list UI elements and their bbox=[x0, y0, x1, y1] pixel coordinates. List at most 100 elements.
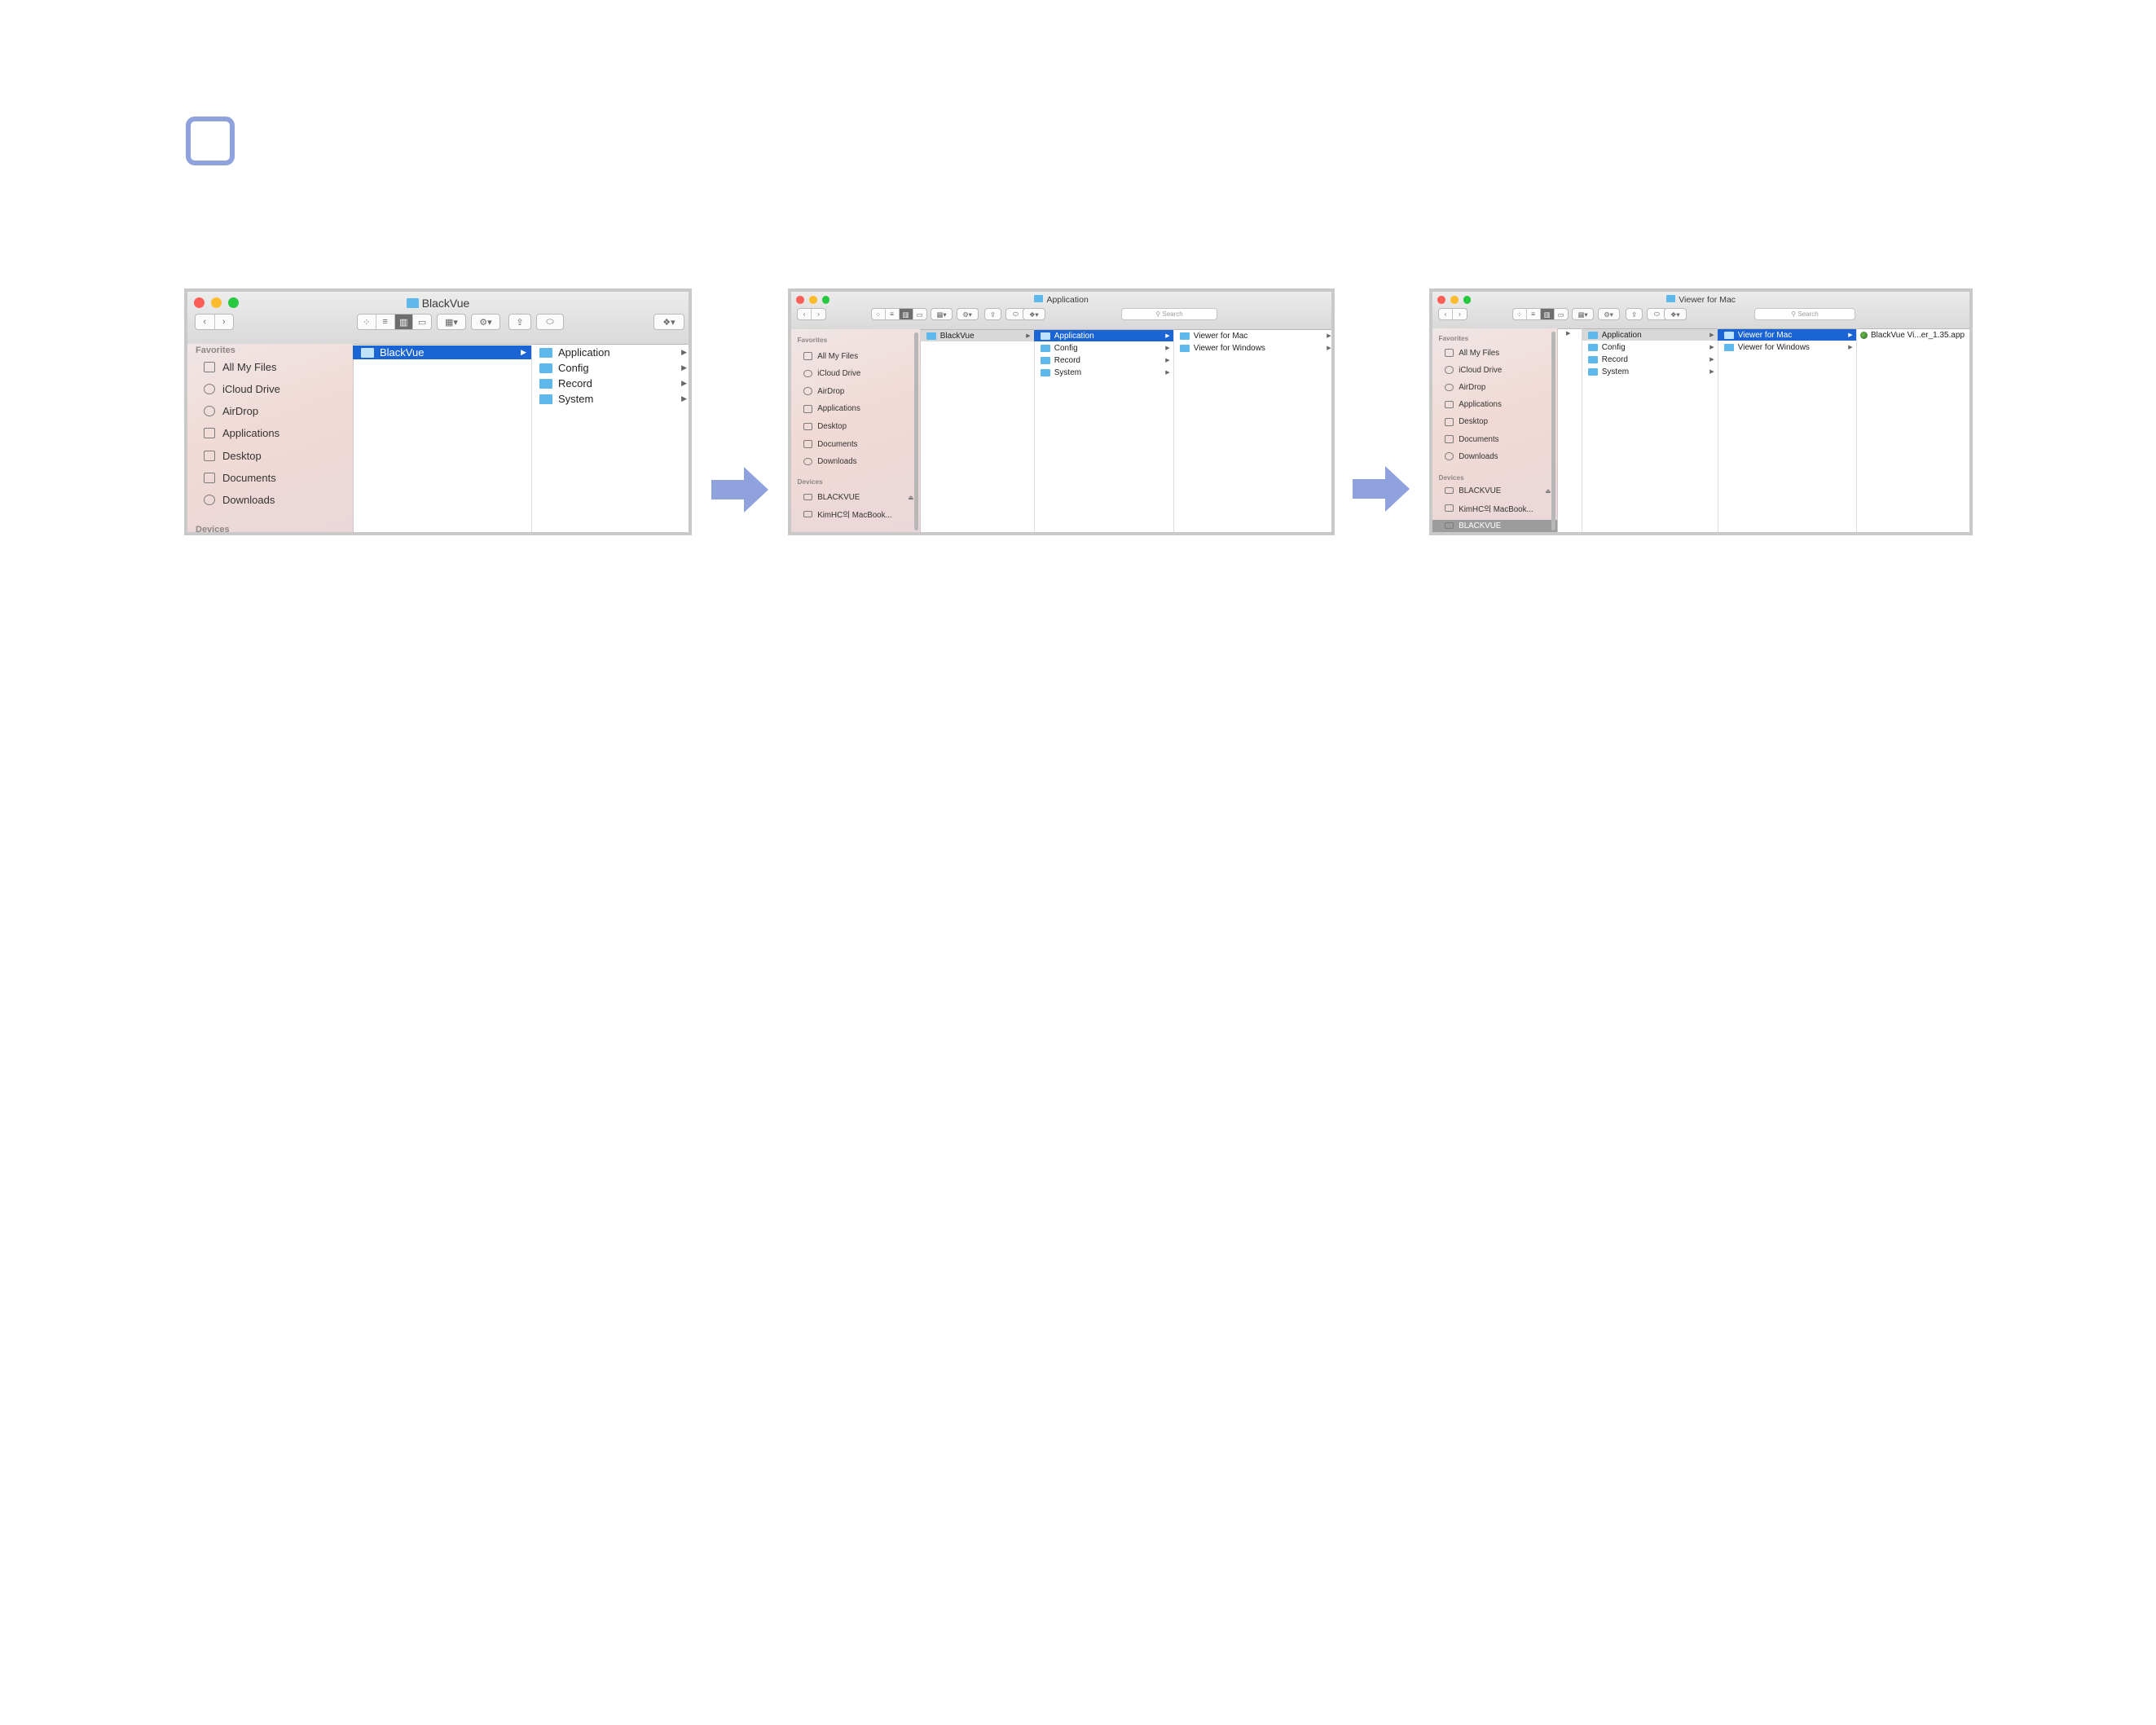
sidebar-item[interactable]: All My Files bbox=[791, 350, 920, 363]
column-row[interactable]: Application ▶ bbox=[1582, 329, 1718, 341]
column-row[interactable]: Viewer for Windows ▶ bbox=[1718, 341, 1856, 353]
column-row[interactable]: Viewer for Mac ▶ bbox=[1718, 329, 1856, 341]
column-row[interactable]: BlackVue Vi...er_1.35.app bbox=[1856, 329, 1969, 341]
sidebar-item[interactable]: AirDrop bbox=[791, 385, 920, 398]
list-view-icon[interactable]: ≡ bbox=[1527, 309, 1541, 320]
column-row[interactable]: System ▶ bbox=[531, 392, 689, 406]
column-row[interactable]: Viewer for Windows ▶ bbox=[1173, 342, 1331, 354]
sidebar-item[interactable]: Desktop bbox=[1432, 416, 1557, 428]
sidebar-item-label: AirDrop bbox=[222, 405, 259, 418]
sidebar-item[interactable]: Documents bbox=[791, 438, 920, 451]
share-button[interactable]: ⇪ bbox=[1626, 308, 1643, 321]
tags-button[interactable]: ⬭ bbox=[536, 314, 564, 330]
sidebar-item[interactable]: Downloads bbox=[791, 455, 920, 468]
disclosure-arrow-icon: ▶ bbox=[1165, 345, 1170, 351]
column-view-icon[interactable]: ▥ bbox=[899, 309, 913, 320]
sidebar-favorites-heading: Favorites bbox=[1438, 335, 1469, 342]
sidebar-item[interactable]: AirDrop bbox=[187, 403, 353, 420]
column-row[interactable]: System ▶ bbox=[1582, 366, 1718, 377]
sidebar-device-item[interactable]: KimHC의 MacBook... bbox=[1432, 502, 1557, 514]
back-button[interactable]: ‹ bbox=[798, 309, 812, 320]
share-button[interactable]: ⇪ bbox=[984, 308, 1001, 321]
sidebar-item[interactable]: AirDrop bbox=[1432, 381, 1557, 394]
column-row[interactable]: Config ▶ bbox=[1034, 342, 1173, 354]
sidebar-scrollbar[interactable] bbox=[1551, 332, 1555, 530]
list-view-icon[interactable]: ≡ bbox=[376, 315, 395, 329]
icon-view-icon[interactable]: ⁘ bbox=[1513, 309, 1527, 320]
back-forward-buttons[interactable]: ‹ › bbox=[1437, 308, 1467, 321]
folder-icon bbox=[1587, 343, 1598, 351]
column-row[interactable]: BlackVue ▶ bbox=[353, 345, 531, 359]
search-input[interactable]: ⚲ Search bbox=[1121, 308, 1217, 321]
back-button[interactable]: ‹ bbox=[196, 315, 215, 329]
column-row[interactable]: Config ▶ bbox=[1582, 341, 1718, 353]
view-mode-buttons[interactable]: ⁘ ≡ ▥ ▭ bbox=[1511, 308, 1569, 321]
icon-view-icon[interactable]: ⁘ bbox=[872, 309, 886, 320]
sidebar-item[interactable]: iCloud Drive bbox=[1432, 364, 1557, 376]
step-marker-icon bbox=[186, 117, 235, 165]
column-view-icon[interactable]: ▥ bbox=[1540, 309, 1555, 320]
cover-flow-icon[interactable]: ▭ bbox=[913, 309, 926, 319]
share-button[interactable]: ⇪ bbox=[508, 314, 531, 330]
sidebar-item[interactable]: All My Files bbox=[1432, 347, 1557, 359]
column-row[interactable]: Record ▶ bbox=[1582, 354, 1718, 365]
dropbox-button[interactable]: ❖▾ bbox=[1022, 308, 1045, 321]
action-gear-button[interactable]: ⚙▾ bbox=[471, 314, 500, 330]
arrange-button[interactable]: ▦▾ bbox=[1572, 308, 1594, 321]
sidebar-item[interactable]: Applications bbox=[791, 403, 920, 415]
dropbox-button[interactable]: ❖▾ bbox=[1663, 308, 1687, 321]
column-row[interactable]: System ▶ bbox=[1034, 367, 1173, 378]
column-row[interactable]: BlackVue ▶ bbox=[920, 330, 1034, 341]
sidebar-item[interactable]: Applications bbox=[1432, 398, 1557, 411]
sidebar-item[interactable]: Documents bbox=[187, 470, 353, 486]
column-row[interactable]: Viewer for Mac ▶ bbox=[1173, 330, 1331, 341]
column-row[interactable]: Application ▶ bbox=[531, 345, 689, 359]
search-input[interactable]: ⚲ Search bbox=[1754, 308, 1855, 321]
column-view-icon[interactable]: ▥ bbox=[394, 315, 414, 329]
sidebar-item[interactable]: iCloud Drive bbox=[187, 381, 353, 397]
column-row[interactable]: Record ▶ bbox=[1034, 354, 1173, 366]
sidebar-item[interactable]: iCloud Drive bbox=[791, 367, 920, 380]
sidebar-device-item[interactable]: BLACKVUE bbox=[1432, 519, 1557, 532]
sidebar-item[interactable]: Applications bbox=[187, 425, 353, 442]
sidebar-item[interactable]: All My Files bbox=[187, 359, 353, 375]
sidebar-devices-heading: Devices bbox=[1438, 474, 1464, 482]
list-view-icon[interactable]: ≡ bbox=[886, 309, 900, 320]
column-row[interactable]: Record ▶ bbox=[531, 376, 689, 390]
sidebar-item[interactable]: Downloads bbox=[1432, 451, 1557, 463]
sidebar-item[interactable]: Desktop bbox=[791, 420, 920, 433]
arrange-button[interactable]: ▦▾ bbox=[437, 314, 466, 330]
forward-button[interactable]: › bbox=[215, 315, 234, 329]
column-row[interactable]: Application ▶ bbox=[1034, 330, 1173, 341]
icon-view-icon[interactable]: ⁘ bbox=[358, 315, 376, 329]
eject-icon[interactable]: ⏏ bbox=[1545, 487, 1551, 495]
row-label: Application bbox=[558, 346, 610, 359]
cover-flow-icon[interactable]: ▭ bbox=[413, 315, 431, 329]
back-button[interactable]: ‹ bbox=[1439, 309, 1454, 320]
sidebar-item[interactable]: Desktop bbox=[187, 447, 353, 464]
action-gear-button[interactable]: ⚙▾ bbox=[1597, 308, 1620, 321]
drive-icon bbox=[1445, 521, 1454, 530]
arrange-button[interactable]: ▦▾ bbox=[931, 308, 953, 321]
back-forward-buttons[interactable]: ‹ › bbox=[195, 314, 234, 330]
applications-icon bbox=[204, 428, 215, 439]
eject-icon[interactable]: ⏏ bbox=[908, 494, 913, 501]
sidebar-device-item[interactable]: BLACKVUE ⏏ bbox=[1432, 485, 1557, 497]
forward-button[interactable]: › bbox=[812, 309, 825, 319]
row-label: Application bbox=[1601, 330, 1642, 340]
cover-flow-icon[interactable]: ▭ bbox=[1555, 309, 1568, 319]
folder-icon bbox=[926, 332, 936, 340]
sidebar-item[interactable]: Documents bbox=[1432, 433, 1557, 446]
sidebar-device-item[interactable]: BLACKVUE ⏏ bbox=[791, 491, 920, 504]
sidebar-item[interactable]: Downloads bbox=[187, 492, 353, 508]
dropbox-button[interactable]: ❖▾ bbox=[653, 314, 684, 330]
view-mode-buttons[interactable]: ⁘ ≡ ▥ ▭ bbox=[870, 308, 927, 321]
forward-button[interactable]: › bbox=[1453, 309, 1467, 319]
sidebar-device-item[interactable]: KimHC의 MacBook... bbox=[791, 508, 920, 521]
back-forward-buttons[interactable]: ‹ › bbox=[796, 308, 826, 321]
view-mode-buttons[interactable]: ⁘ ≡ ▥ ▭ bbox=[357, 314, 432, 330]
column-row[interactable]: Config ▶ bbox=[531, 361, 689, 375]
browser-column: BlackVue ▶ bbox=[353, 344, 532, 532]
action-gear-button[interactable]: ⚙▾ bbox=[956, 308, 979, 321]
sidebar-scrollbar[interactable] bbox=[914, 332, 918, 530]
